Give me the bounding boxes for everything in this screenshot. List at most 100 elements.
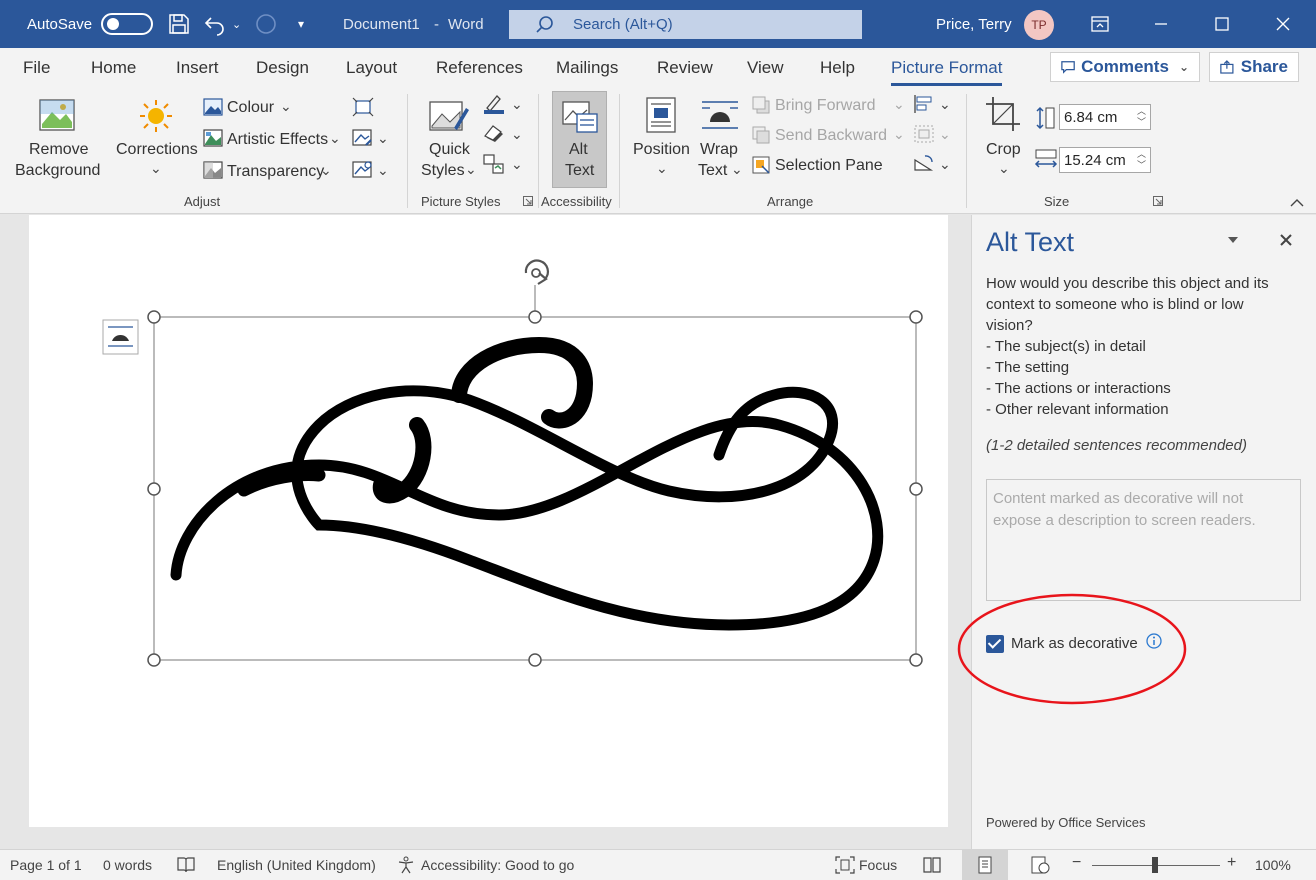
redo-icon[interactable] <box>254 12 278 36</box>
page-count[interactable]: Page 1 of 1 <box>10 857 82 873</box>
rotate-icon[interactable] <box>913 154 935 174</box>
comments-dropdown-icon[interactable]: ⌄ <box>1179 60 1189 74</box>
tab-mailings[interactable]: Mailings <box>556 58 618 78</box>
document-page[interactable] <box>29 215 948 827</box>
decorative-flourish-image[interactable] <box>170 336 884 631</box>
shape-height-input[interactable]: 6.84 cm ︿ ﹀ <box>1059 104 1151 130</box>
transparency-label[interactable]: Transparency <box>227 163 324 181</box>
reset-picture-icon[interactable] <box>352 160 374 180</box>
wrap-text-label-1[interactable]: Wrap <box>700 141 738 159</box>
wrap-text-label-2[interactable]: Text <box>698 162 727 180</box>
rotation-handle-icon[interactable] <box>524 259 549 285</box>
crop-label[interactable]: Crop <box>986 141 1021 159</box>
send-backward-label[interactable]: Send Backward <box>775 127 887 145</box>
tab-file[interactable]: File <box>23 58 50 78</box>
mark-as-decorative-checkbox[interactable] <box>986 635 1004 653</box>
accessibility-icon[interactable] <box>396 856 416 874</box>
tab-layout[interactable]: Layout <box>346 58 397 78</box>
minimize-icon[interactable] <box>1138 0 1184 48</box>
width-spinner-icon[interactable]: ︿ ﹀ <box>1137 149 1146 171</box>
position-dropdown-icon[interactable]: ⌄ <box>656 160 668 177</box>
search-box[interactable]: Search (Alt+Q) <box>509 10 862 39</box>
align-icon[interactable] <box>913 94 935 114</box>
bring-forward-label[interactable]: Bring Forward <box>775 97 875 115</box>
language[interactable]: English (United Kingdom) <box>217 857 376 873</box>
save-icon[interactable] <box>167 12 191 36</box>
group-objects-icon[interactable] <box>913 124 935 144</box>
zoom-slider-thumb[interactable] <box>1152 857 1158 873</box>
vertical-scrollbar[interactable] <box>948 215 970 827</box>
compress-pictures-icon[interactable] <box>352 97 374 117</box>
picture-styles-launcher-icon[interactable] <box>523 196 533 206</box>
picture-layout-icon[interactable] <box>483 154 505 174</box>
web-layout-icon[interactable] <box>1030 856 1050 874</box>
tab-view[interactable]: View <box>747 58 784 78</box>
tab-review[interactable]: Review <box>657 58 713 78</box>
autosave-toggle[interactable] <box>101 13 153 35</box>
user-name[interactable]: Price, Terry <box>936 0 1012 48</box>
send-backward-dropdown-icon[interactable]: ⌄ <box>893 126 905 143</box>
read-mode-icon[interactable] <box>922 856 942 874</box>
alt-text-input[interactable] <box>986 479 1301 601</box>
picture-effects-dropdown-icon[interactable]: ⌄ <box>511 126 523 143</box>
wrap-text-dropdown-icon[interactable]: ⌄ <box>731 161 743 178</box>
layout-options-icon[interactable] <box>102 319 139 355</box>
collapse-ribbon-icon[interactable] <box>1290 198 1304 208</box>
corrections-dropdown-icon[interactable]: ⌄ <box>150 160 162 177</box>
info-icon[interactable] <box>1146 633 1162 649</box>
remove-background-label-1[interactable]: Remove <box>29 141 89 159</box>
comments-button[interactable]: Comments ⌄ <box>1050 52 1200 82</box>
remove-background-label-2[interactable]: Background <box>15 162 100 180</box>
quick-styles-dropdown-icon[interactable]: ⌄ <box>465 161 477 178</box>
picture-layout-dropdown-icon[interactable]: ⌄ <box>511 156 523 173</box>
zoom-in-button[interactable]: + <box>1227 854 1236 872</box>
crop-dropdown-icon[interactable]: ⌄ <box>998 160 1010 177</box>
mark-as-decorative-label[interactable]: Mark as decorative <box>1011 635 1138 652</box>
share-button[interactable]: Share <box>1209 52 1299 82</box>
maximize-icon[interactable] <box>1199 0 1245 48</box>
undo-dropdown-icon[interactable]: ⌄ <box>232 0 241 48</box>
ribbon-display-options-icon[interactable] <box>1077 0 1123 48</box>
selection-pane-label[interactable]: Selection Pane <box>775 157 883 175</box>
pane-options-icon[interactable] <box>1226 235 1240 245</box>
word-count[interactable]: 0 words <box>103 857 152 873</box>
bring-forward-dropdown-icon[interactable]: ⌄ <box>893 96 905 113</box>
customize-toolbar-icon[interactable]: ▾ <box>298 0 304 48</box>
colour-label[interactable]: Colour <box>227 99 274 117</box>
colour-dropdown-icon[interactable]: ⌄ <box>280 98 292 115</box>
picture-border-icon[interactable] <box>483 94 505 114</box>
corrections-label[interactable]: Corrections <box>116 141 198 159</box>
tab-design[interactable]: Design <box>256 58 309 78</box>
pane-close-icon[interactable] <box>1279 233 1293 247</box>
position-label[interactable]: Position <box>633 141 690 159</box>
change-picture-icon[interactable] <box>352 128 374 148</box>
align-dropdown-icon[interactable]: ⌄ <box>939 96 951 113</box>
transparency-dropdown-icon[interactable]: ⌄ <box>320 162 332 179</box>
size-launcher-icon[interactable] <box>1153 196 1163 206</box>
rotate-dropdown-icon[interactable]: ⌄ <box>939 156 951 173</box>
height-spinner-icon[interactable]: ︿ ﹀ <box>1137 106 1146 128</box>
proofing-icon[interactable] <box>176 856 196 874</box>
tab-help[interactable]: Help <box>820 58 855 78</box>
print-layout-button[interactable] <box>962 850 1008 880</box>
quick-styles-label-1[interactable]: Quick <box>429 141 470 159</box>
change-picture-dropdown-icon[interactable]: ⌄ <box>377 130 389 147</box>
picture-effects-icon[interactable] <box>483 124 505 144</box>
focus-icon[interactable] <box>835 856 855 874</box>
alt-text-button[interactable]: Alt Text <box>552 91 607 188</box>
focus-label[interactable]: Focus <box>859 857 897 873</box>
zoom-level[interactable]: 100% <box>1255 857 1291 873</box>
picture-border-dropdown-icon[interactable]: ⌄ <box>511 96 523 113</box>
artistic-effects-dropdown-icon[interactable]: ⌄ <box>329 130 341 147</box>
quick-styles-label-2[interactable]: Styles <box>421 162 465 180</box>
tab-references[interactable]: References <box>436 58 523 78</box>
group-objects-dropdown-icon[interactable]: ⌄ <box>939 126 951 143</box>
tab-insert[interactable]: Insert <box>176 58 219 78</box>
accessibility-status[interactable]: Accessibility: Good to go <box>421 857 574 873</box>
artistic-effects-label[interactable]: Artistic Effects <box>227 131 328 149</box>
zoom-out-button[interactable]: − <box>1072 854 1081 872</box>
shape-width-input[interactable]: 15.24 cm ︿ ﹀ <box>1059 147 1151 173</box>
reset-picture-dropdown-icon[interactable]: ⌄ <box>377 162 389 179</box>
close-icon[interactable] <box>1260 0 1306 48</box>
tab-picture-format[interactable]: Picture Format <box>891 58 1003 86</box>
